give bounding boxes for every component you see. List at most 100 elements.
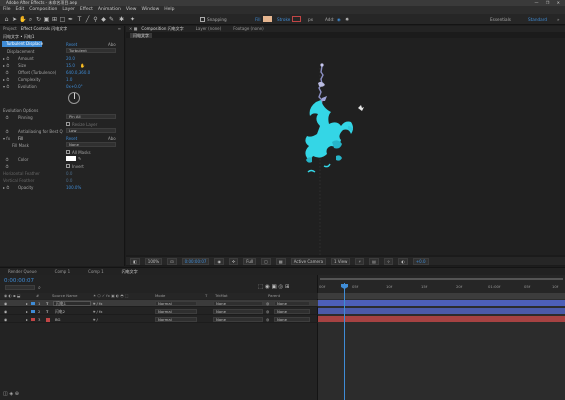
layer-label-color[interactable]	[31, 302, 35, 305]
fill-color-swatch[interactable]	[263, 16, 272, 22]
eyedropper-icon[interactable]: ✎	[78, 156, 81, 161]
stopwatch-icon[interactable]: ▸ ⏱	[3, 77, 9, 82]
roto-brush-tool-icon[interactable]: ✎	[108, 16, 115, 23]
amount-value[interactable]: 20.0	[66, 56, 75, 61]
layer-row-3[interactable]: ◉ ▸ 3 BG ⚹ / Normal None ◎ None	[0, 316, 318, 323]
tab-comp-1b[interactable]: Comp 1	[88, 268, 104, 275]
fx-icon[interactable]: ▾ fx	[3, 136, 10, 141]
menu-file[interactable]: File	[3, 6, 11, 14]
exposure-value[interactable]: +0.0	[412, 257, 429, 265]
menu-window[interactable]: Window	[142, 6, 160, 14]
tab-effect-controls[interactable]: Effect Controls 闪电文字	[21, 26, 68, 32]
displacement-dropdown[interactable]: Turbulent	[66, 48, 116, 53]
home-icon[interactable]: ⌂	[3, 16, 10, 23]
antialiasing-dropdown[interactable]: Low	[66, 128, 116, 133]
timeline-switch-icons[interactable]: ⬚ ◉ ▣ ◎ ⊞	[258, 284, 290, 290]
visibility-icon[interactable]: ◉	[4, 316, 7, 323]
layer-row-2[interactable]: ◉ ▸ 2 T 闪电2 ⚹ / fx Normal None ◎ None	[0, 308, 318, 315]
menu-layer[interactable]: Layer	[62, 6, 75, 14]
size-value[interactable]: 15.0	[66, 63, 75, 68]
tab-comp-1a[interactable]: Comp 1	[55, 268, 71, 275]
timeline-toggle-icon[interactable]: ▤	[369, 257, 379, 265]
stopwatch-icon[interactable]: ▸ ⏱	[3, 185, 9, 190]
layer-switches[interactable]: ⚹ / fx	[93, 308, 103, 315]
layer-trkmat-dropdown[interactable]: None	[213, 309, 263, 314]
stopwatch-icon[interactable]: ⏱	[3, 157, 9, 162]
parent-pick-whip-icon[interactable]: ◎	[266, 308, 269, 315]
layer-name[interactable]: 闪电2	[55, 308, 65, 315]
h-feather-value[interactable]: 0.0	[66, 171, 72, 176]
evolution-options-label[interactable]: Evolution Options	[3, 108, 38, 113]
overflow-icon[interactable]: »	[557, 17, 560, 22]
offset-value[interactable]: 640.0,360.0	[66, 70, 90, 75]
exposure-reset-icon[interactable]: ◐	[398, 257, 408, 265]
puppet-pin-tool-icon[interactable]: ✱	[118, 16, 125, 23]
hand-tool-icon[interactable]: ✋	[19, 16, 26, 23]
snapping-checkbox[interactable]	[200, 17, 205, 22]
playhead-line[interactable]	[344, 283, 345, 400]
stopwatch-icon[interactable]: ⏱	[3, 70, 9, 75]
evolution-dial[interactable]	[68, 92, 80, 104]
col-source-name[interactable]: Source Name	[52, 293, 77, 299]
clone-stamp-tool-icon[interactable]: ⚲	[92, 16, 99, 23]
flowchart-icon[interactable]: ⊹	[383, 257, 394, 265]
resize-layer-checkbox[interactable]	[66, 122, 70, 126]
color-swatch[interactable]	[66, 156, 76, 161]
layer-mode-dropdown[interactable]: Normal	[155, 317, 197, 322]
pan-behind-tool-icon[interactable]: ⊞	[51, 16, 58, 23]
puppet-handles-icon[interactable]: ✸	[345, 17, 349, 23]
type-tool-icon[interactable]: T	[76, 16, 83, 23]
effect-turbulent-displace[interactable]: Turbulent Displace	[2, 41, 43, 47]
region-of-interest-icon[interactable]: ▢	[261, 257, 271, 265]
layer-name[interactable]: BG	[55, 316, 60, 323]
always-preview-icon[interactable]: ◧	[130, 257, 140, 265]
layer-bar-3[interactable]	[318, 316, 565, 322]
tab-footage[interactable]: Footage (none)	[233, 26, 263, 32]
stopwatch-icon[interactable]: ⏱	[3, 115, 9, 120]
layer-row-1[interactable]: ◉ ▸ 1 T 闪电1 ⚹ / fx Normal None ◎ None	[0, 300, 318, 307]
expand-icon[interactable]: ▸	[26, 308, 28, 315]
tab-composition[interactable]: Composition 闪电文字	[141, 26, 183, 32]
add-icon[interactable]: ◉	[337, 17, 341, 22]
tab-project[interactable]: Project	[3, 26, 17, 32]
layer-switches[interactable]: ⚹ /	[93, 316, 98, 323]
layer-mode-dropdown[interactable]: Normal	[155, 309, 197, 314]
view-layout-dropdown[interactable]: 1 View	[331, 257, 351, 265]
puppet-extra-tool-icon[interactable]: ✦	[129, 16, 136, 23]
layer-switches[interactable]: ⚹ / fx	[93, 300, 103, 307]
zoom-tool-icon[interactable]: ⌕	[27, 16, 34, 23]
snapshot-icon[interactable]: ◉	[214, 257, 224, 265]
tab-timeline-lightning[interactable]: 闪电文字	[122, 268, 138, 275]
layer-bar-1[interactable]	[318, 300, 565, 306]
safe-zones-icon[interactable]: ⊡	[167, 257, 177, 265]
col-trkmat[interactable]: TrkMat	[215, 293, 228, 299]
timeline-search-input[interactable]	[5, 285, 35, 290]
composition-viewer[interactable]	[126, 38, 565, 255]
rotate-tool-icon[interactable]: ↻	[35, 16, 42, 23]
search-icon[interactable]: ⌕	[38, 285, 41, 291]
stroke-color-swatch[interactable]	[292, 16, 301, 22]
menu-effect[interactable]: Effect	[80, 6, 93, 14]
pen-tool-icon[interactable]: ✒	[67, 16, 74, 23]
expand-icon[interactable]: ▸	[26, 300, 28, 307]
fast-preview-icon[interactable]: ⚡	[355, 257, 365, 265]
current-time-field[interactable]: 0:00:00:07	[181, 257, 210, 265]
parent-pick-whip-icon[interactable]: ◎	[266, 316, 269, 323]
timeline-graph-panel[interactable]: 00f 05f 10f 15f 20f 01:00f 05f 10f	[318, 275, 565, 400]
time-ruler[interactable]: 00f 05f 10f 15f 20f 01:00f 05f 10f	[318, 283, 565, 293]
layer-bar-2[interactable]	[318, 308, 565, 314]
layer-parent-dropdown[interactable]: None	[274, 317, 310, 322]
parent-pick-whip-icon[interactable]: ◎	[266, 300, 269, 307]
timeline-footer-icons[interactable]: ◫ ◈ ⊕	[3, 391, 19, 397]
layer-label-color[interactable]	[31, 310, 35, 313]
magnification-dropdown[interactable]: 100%	[144, 257, 163, 265]
effect-fill[interactable]: Fill	[18, 136, 23, 141]
layer-trkmat-dropdown[interactable]: None	[213, 301, 263, 306]
v-feather-value[interactable]: 0.0	[66, 178, 72, 183]
selection-tool-icon[interactable]: ➤	[11, 16, 18, 23]
transparency-grid-icon[interactable]: ▦	[275, 257, 286, 265]
stopwatch-icon[interactable]: ▸ ⏱	[3, 63, 9, 68]
fill-reset[interactable]: Reset	[66, 136, 77, 141]
fill-label[interactable]: Fill	[255, 17, 261, 22]
time-navigator[interactable]	[318, 275, 565, 283]
